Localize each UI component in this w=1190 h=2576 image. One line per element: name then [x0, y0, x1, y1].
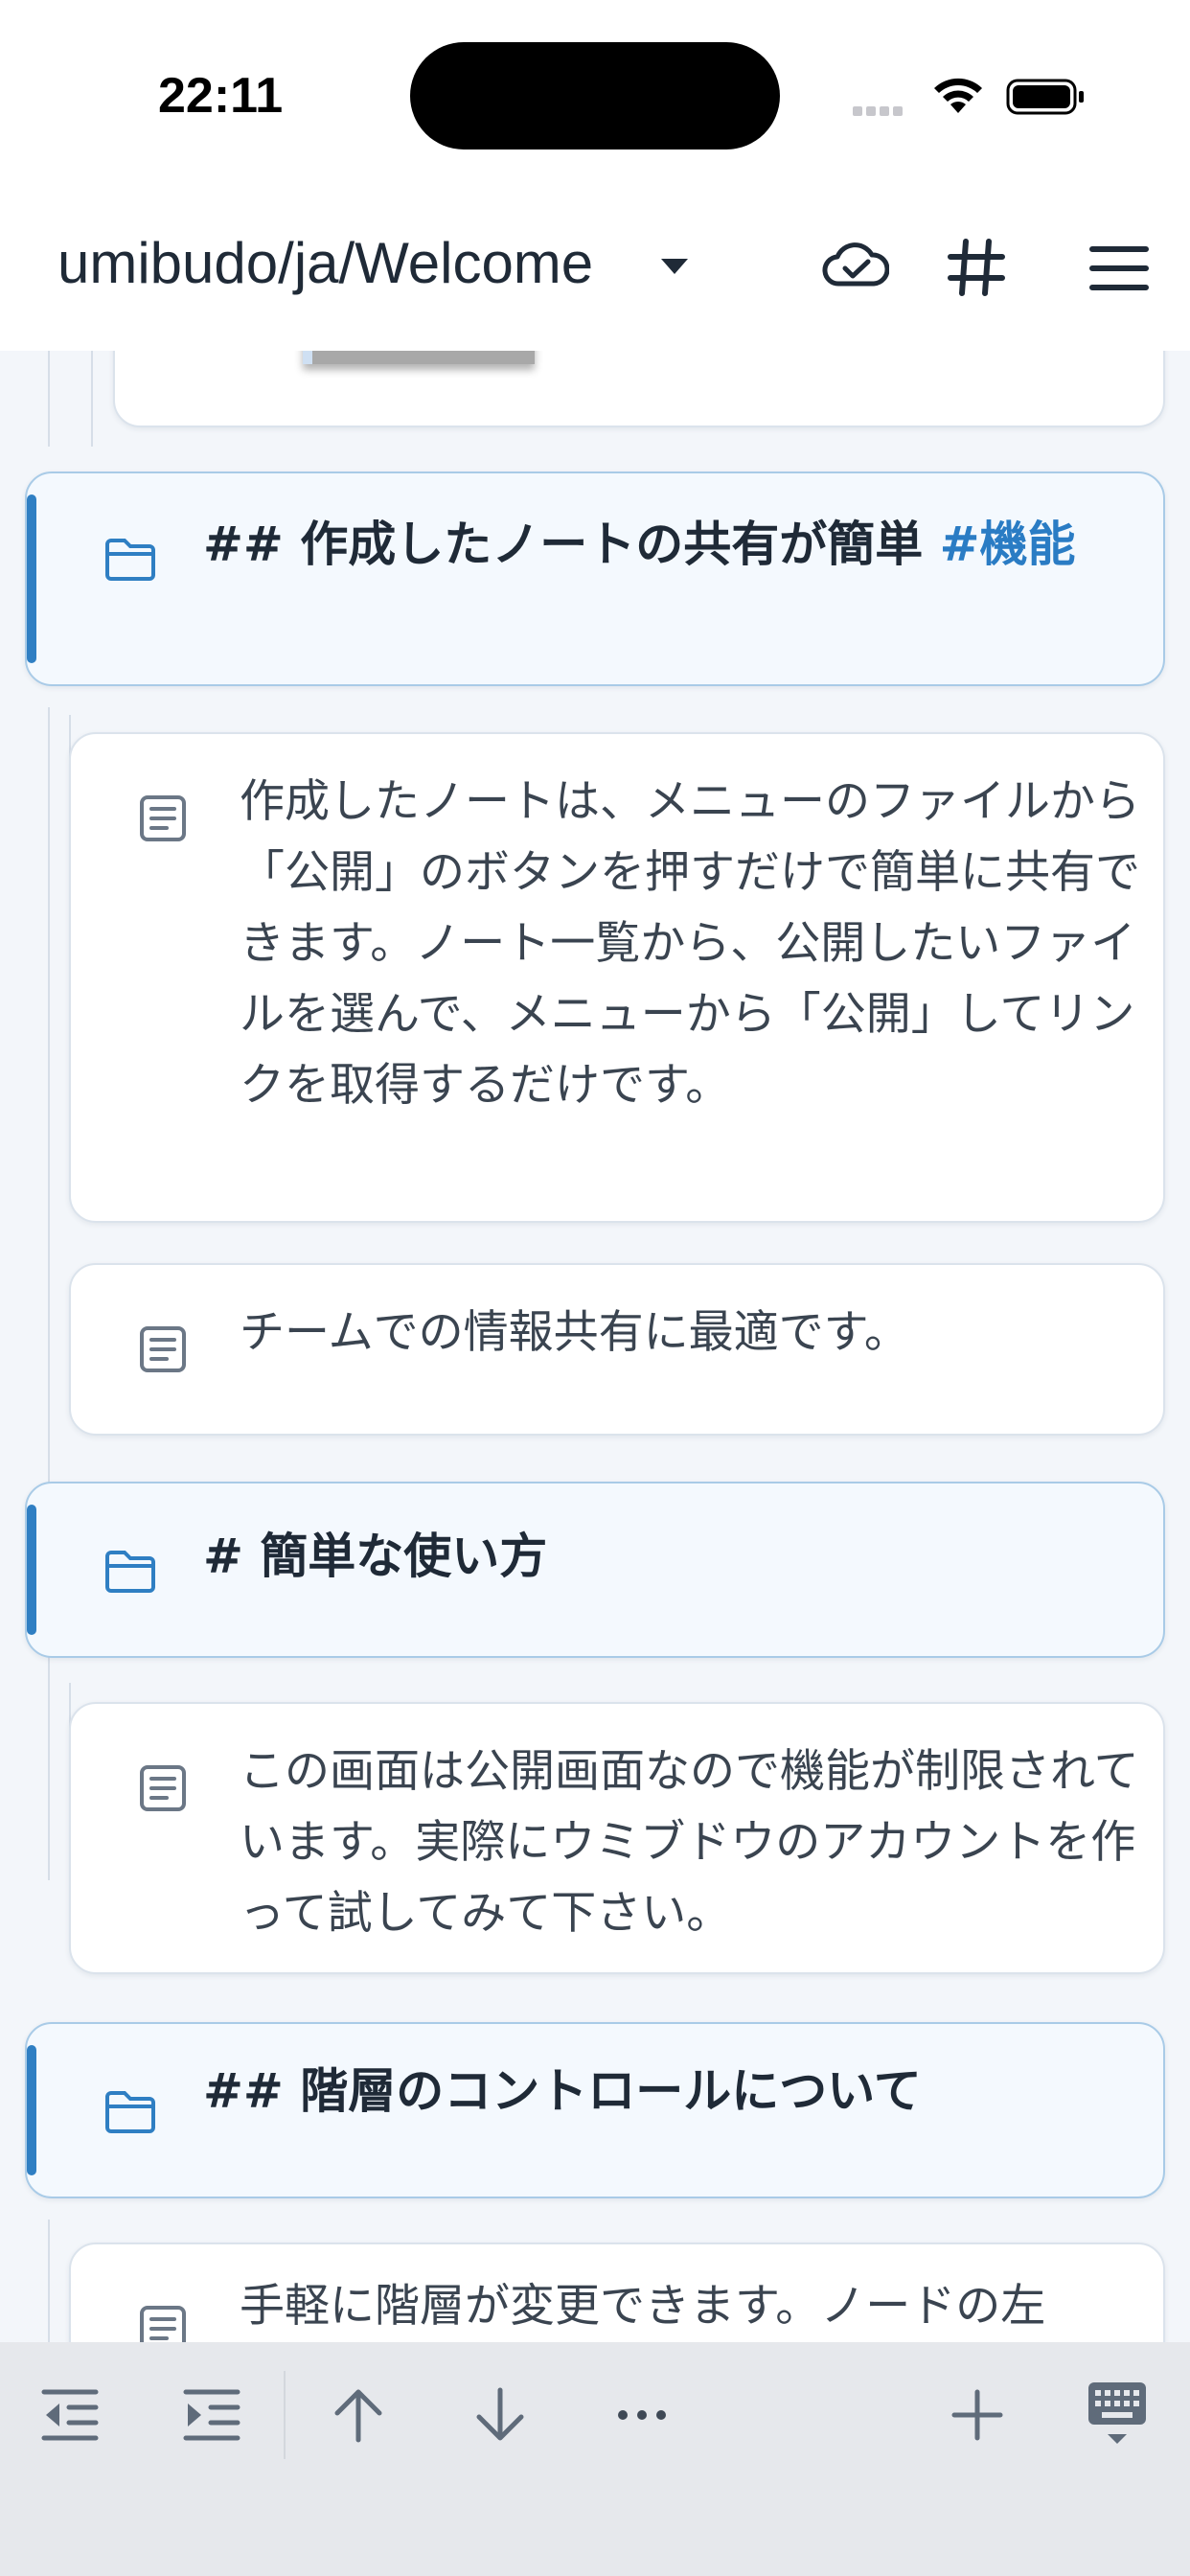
page-path-title[interactable]: umibudo/ja/Welcome — [57, 230, 593, 296]
hashtag-link[interactable]: #機能 — [940, 517, 1076, 572]
folder-icon[interactable] — [103, 537, 157, 583]
note-text[interactable]: チームでの情報共有に最適です。 — [240, 1298, 1140, 1368]
note-icon — [140, 1326, 186, 1372]
battery-icon — [1006, 79, 1084, 115]
status-time: 22:11 — [158, 68, 284, 124]
heading-accent-bar — [27, 2045, 36, 2175]
heading-text[interactable]: # 簡単な使い方 — [203, 1518, 1133, 1595]
note-text[interactable]: 作成したノートは、メニューのファイルから「公開」のボタンを押すだけで簡単に共有で… — [240, 767, 1140, 1121]
more-icon[interactable] — [613, 2386, 671, 2444]
heading-accent-bar — [27, 1505, 36, 1635]
heading-node[interactable]: ## 作成したノートの共有が簡単 #機能 — [25, 472, 1165, 686]
note-card[interactable]: 手軽に階層が変更できます。ノードの左 — [69, 2242, 1165, 2342]
outdent-icon[interactable] — [40, 2386, 100, 2444]
note-card[interactable]: 作成したノートは、メニューのファイルから「公開」のボタンを押すだけで簡単に共有で… — [69, 732, 1165, 1223]
note-text[interactable]: 手軽に階層が変更できます。ノードの左 — [240, 2271, 1140, 2342]
heading-node[interactable]: ## 階層のコントロールについて — [25, 2022, 1165, 2198]
note-card-image[interactable] — [113, 351, 1165, 427]
note-card[interactable]: この画面は公開画面なので機能が制限されています。実際にウミブドウのアカウントを作… — [69, 1702, 1165, 1974]
keyboard-hide-icon[interactable] — [1087, 2380, 1148, 2450]
indent-icon[interactable] — [182, 2386, 241, 2444]
arrow-up-icon[interactable] — [330, 2386, 387, 2444]
cellular-signal-icon — [853, 102, 912, 116]
editor-toolbar — [0, 2342, 1190, 2576]
cloud-sync-icon[interactable] — [822, 236, 889, 295]
heading-text[interactable]: ## 作成したノートの共有が簡単 #機能 — [203, 506, 1133, 583]
heading-node[interactable]: # 簡単な使い方 — [25, 1482, 1165, 1658]
toolbar-divider — [284, 2371, 286, 2459]
heading-accent-bar — [27, 494, 36, 663]
note-icon — [140, 795, 186, 841]
note-icon — [140, 2306, 186, 2342]
outline-tree: ## 作成したノートの共有が簡単 #機能 作成したノートは、メニューのファイルか… — [0, 351, 1190, 2342]
wifi-icon — [934, 78, 982, 113]
heading-text[interactable]: ## 階層のコントロールについて — [203, 2053, 1133, 2129]
dynamic-island — [410, 42, 780, 150]
image-thumbnail[interactable] — [303, 351, 535, 364]
plus-icon[interactable] — [949, 2386, 1006, 2444]
hamburger-menu-icon[interactable] — [1088, 243, 1150, 293]
note-icon — [140, 1765, 186, 1811]
folder-icon[interactable] — [103, 1549, 157, 1595]
chevron-down-icon[interactable] — [661, 259, 688, 276]
arrow-down-icon[interactable] — [471, 2386, 529, 2444]
hashtag-icon[interactable] — [947, 238, 1006, 297]
note-card[interactable]: チームでの情報共有に最適です。 — [69, 1263, 1165, 1436]
note-text[interactable]: この画面は公開画面なので機能が制限されています。実際にウミブドウのアカウントを作… — [240, 1736, 1140, 1949]
folder-icon[interactable] — [103, 2089, 157, 2135]
